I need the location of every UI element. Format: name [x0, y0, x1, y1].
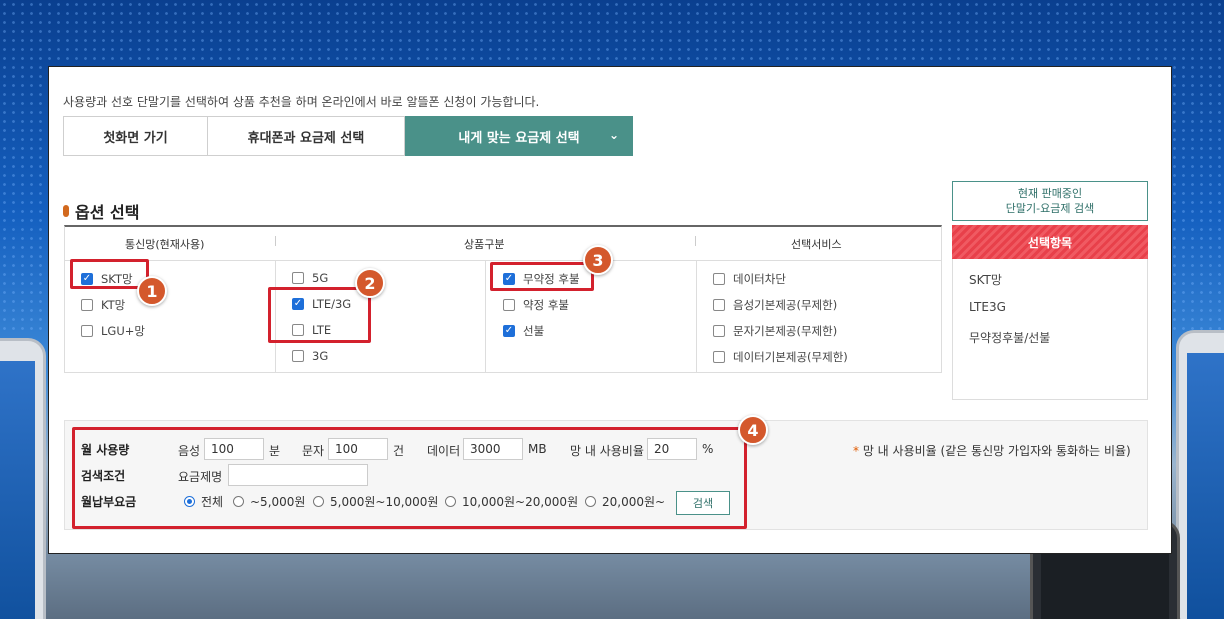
checkbox-box	[292, 350, 304, 362]
checkbox-box	[713, 299, 725, 311]
background-phone-left	[0, 338, 46, 619]
section-title-text: 옵션 선택	[75, 203, 140, 222]
checkbox-label: KT망	[101, 298, 126, 312]
selected-items-header: 선택항목	[952, 225, 1148, 259]
checkbox-box	[713, 351, 725, 363]
note-star: *	[853, 444, 859, 458]
header-service: 선택서비스	[791, 238, 842, 251]
checkbox-label: 음성기본제공(무제한)	[733, 298, 838, 312]
current-device-search-button[interactable]: 현재 판매중인 단말기-요금제 검색	[952, 181, 1148, 221]
checkbox-label: 선불	[523, 324, 545, 338]
checkbox-box	[713, 273, 725, 285]
tab-bar: 첫화면 가기 휴대폰과 요금제 선택 내게 맞는 요금제 선택 ⌄	[63, 116, 633, 156]
tab-phone-plan[interactable]: 휴대폰과 요금제 선택	[208, 116, 405, 156]
header-divider	[695, 236, 696, 246]
ratio-note: * 망 내 사용비율 (같은 통신망 가입자와 통화하는 비율)	[853, 442, 1131, 459]
grid-header: 통신망(현재사용) 상품구분 선택서비스	[65, 227, 941, 261]
checkbox-contract-postpaid[interactable]: 약정 후불	[503, 297, 569, 313]
checkbox-box	[81, 299, 93, 311]
header-divider	[275, 236, 276, 246]
checkbox-kt[interactable]: KT망	[81, 297, 125, 313]
header-network: 통신망(현재사용)	[125, 238, 205, 251]
checkbox-label: 데이터기본제공(무제한)	[733, 350, 848, 364]
checkbox-5g[interactable]: 5G	[292, 271, 328, 285]
checkbox-label: 데이터차단	[733, 272, 786, 286]
checkbox-lgu[interactable]: LGU+망	[81, 323, 145, 339]
selected-items-list: SKT망 LTE3G 무약정후불/선불	[952, 259, 1148, 400]
note-text: 망 내 사용비율 (같은 통신망 가입자와 통화하는 비율)	[862, 444, 1131, 458]
step-badge-2: 2	[355, 268, 385, 298]
checkbox-3g[interactable]: 3G	[292, 349, 328, 363]
highlight-no-contract	[490, 262, 594, 291]
checkbox-label: 3G	[312, 349, 329, 363]
tab-my-plan[interactable]: 내게 맞는 요금제 선택 ⌄	[405, 116, 633, 156]
checkbox-box	[81, 325, 93, 337]
search-button-line2: 단말기-요금제 검색	[1005, 202, 1095, 215]
checkbox-box	[503, 299, 515, 311]
intro-text: 사용량과 선호 단말기를 선택하여 상품 추천을 하며 온라인에서 바로 알뜰폰…	[63, 95, 540, 109]
step-badge-3: 3	[583, 245, 613, 275]
checkbox-box	[292, 272, 304, 284]
search-button-line1: 현재 판매중인	[1017, 187, 1083, 200]
bullet-icon	[63, 205, 69, 217]
step-badge-4: 4	[738, 415, 768, 445]
checkbox-data-block[interactable]: 데이터차단	[713, 271, 786, 287]
checkbox-data-unlimited[interactable]: 데이터기본제공(무제한)	[713, 349, 848, 365]
selected-item: LTE3G	[969, 300, 1006, 314]
chevron-down-icon: ⌄	[608, 128, 619, 142]
checkbox-box	[713, 325, 725, 337]
checkbox-voice-unlimited[interactable]: 음성기본제공(무제한)	[713, 297, 837, 313]
highlight-usage	[72, 427, 747, 529]
selected-item: SKT망	[969, 273, 1002, 287]
background-phone-right	[1176, 330, 1224, 619]
selected-item: 무약정후불/선불	[969, 331, 1051, 345]
tab-my-plan-label: 내게 맞는 요금제 선택	[458, 130, 580, 146]
checkbox-prepaid[interactable]: ✓ 선불	[503, 323, 544, 339]
checkbox-label: 문자기본제공(무제한)	[733, 324, 838, 338]
checkbox-sms-unlimited[interactable]: 문자기본제공(무제한)	[713, 323, 837, 339]
header-product: 상품구분	[464, 238, 505, 251]
section-title: 옵션 선택	[63, 199, 139, 223]
highlight-lte	[268, 287, 371, 343]
checkbox-label: 5G	[312, 271, 329, 285]
tab-home[interactable]: 첫화면 가기	[63, 116, 208, 156]
option-grid: 통신망(현재사용) 상품구분 선택서비스 ✓ SKT망 KT망 LGU+망 5G …	[64, 225, 942, 373]
step-badge-1: 1	[137, 276, 167, 306]
checkbox-label: LGU+망	[101, 324, 145, 338]
check-icon: ✓	[503, 325, 515, 337]
checkbox-label: 약정 후불	[523, 298, 569, 312]
